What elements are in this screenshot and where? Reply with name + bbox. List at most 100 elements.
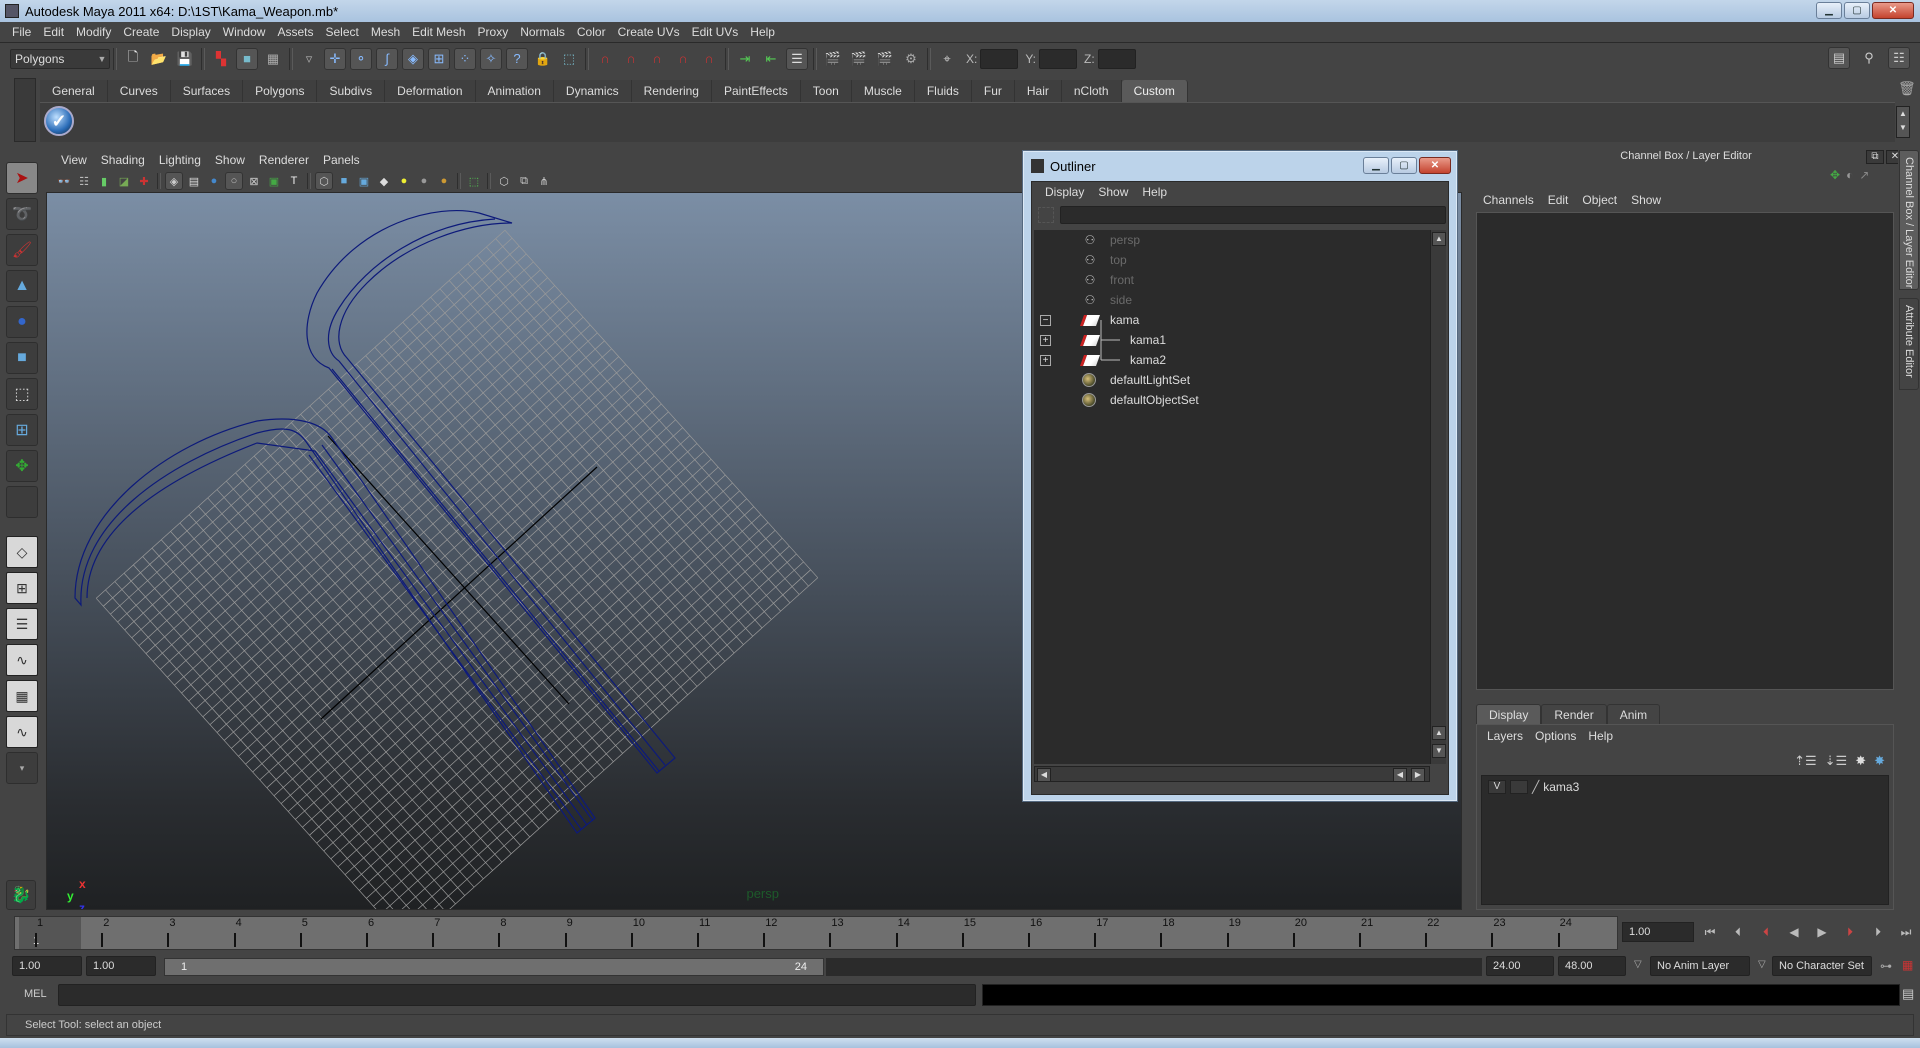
- shelf-tab-toon[interactable]: Toon: [800, 80, 852, 102]
- layer-name[interactable]: kama3: [1543, 780, 1579, 794]
- xray-components-icon[interactable]: ⋔: [535, 172, 553, 190]
- shelf-tab-subdivs[interactable]: Subdivs: [317, 80, 386, 102]
- shelf-tab-custom[interactable]: Custom: [1121, 80, 1188, 102]
- render-frame-icon[interactable]: 🎬: [848, 48, 870, 70]
- menu-edit-uvs[interactable]: Edit UVs: [686, 25, 745, 39]
- scale-tool-icon[interactable]: ■: [6, 342, 38, 374]
- move-tool-icon[interactable]: ▲: [6, 270, 38, 302]
- time-slider[interactable]: 1 12345678910111213141516171819202122232…: [14, 916, 1618, 950]
- menu-file[interactable]: File: [6, 25, 37, 39]
- trash-icon[interactable]: 🗑: [1898, 80, 1916, 97]
- step-forward-frame-icon[interactable]: ⏵: [1868, 922, 1888, 942]
- transform-input-icon[interactable]: ⌖: [936, 48, 958, 70]
- outliner-item[interactable]: ⚇ top: [1034, 250, 1430, 270]
- float-panel-icon[interactable]: ⧉: [1866, 150, 1884, 164]
- lock-selection-icon[interactable]: 🔒: [532, 48, 554, 70]
- expand-toggle-icon[interactable]: +: [1040, 334, 1051, 346]
- hypershade-persp-layout-icon[interactable]: ▦: [6, 680, 38, 712]
- xray-joints-icon[interactable]: ⧉: [515, 172, 533, 190]
- filter-icon[interactable]: ▿: [298, 48, 320, 70]
- menu-proxy[interactable]: Proxy: [472, 25, 515, 39]
- persp-outliner-layout-icon[interactable]: ☰: [6, 608, 38, 640]
- image-plane-icon[interactable]: ◪: [115, 172, 133, 190]
- soft-modification-icon[interactable]: ⊞: [6, 414, 38, 446]
- highlight-selection-icon[interactable]: ⬚: [558, 48, 580, 70]
- wireframe-on-shaded-icon[interactable]: ▣: [355, 172, 373, 190]
- menu-edit-mesh[interactable]: Edit Mesh: [406, 25, 471, 39]
- bookmark-icon[interactable]: ▮: [95, 172, 113, 190]
- shadows-icon[interactable]: ●: [415, 172, 433, 190]
- channel-menu-show[interactable]: Show: [1624, 193, 1668, 207]
- rotate-tool-icon[interactable]: ●: [6, 306, 38, 338]
- output-ops-icon[interactable]: ⇤: [760, 48, 782, 70]
- play-forwards-icon[interactable]: ▶: [1812, 922, 1832, 942]
- construction-history-icon[interactable]: ☰: [786, 47, 808, 70]
- menu-create-uvs[interactable]: Create UVs: [612, 25, 686, 39]
- use-all-lights-icon[interactable]: ●: [395, 172, 413, 190]
- paint-select-tool-icon[interactable]: 🖌: [6, 234, 38, 266]
- select-handles-icon[interactable]: ✛: [324, 47, 346, 70]
- render-view-icon[interactable]: 🎬: [822, 48, 844, 70]
- single-perspective-layout-icon[interactable]: ◇: [6, 536, 38, 568]
- menu-normals[interactable]: Normals: [514, 25, 571, 39]
- select-tool-icon[interactable]: ➤: [6, 162, 38, 194]
- outliner-close-button[interactable]: ✕: [1419, 157, 1451, 174]
- layout-options-icon[interactable]: ▾: [6, 752, 38, 784]
- isolate-select-icon[interactable]: ⬚: [465, 172, 483, 190]
- outliner-item[interactable]: defaultLightSet: [1034, 370, 1430, 390]
- z-field[interactable]: [1097, 48, 1136, 69]
- scroll-up-icon[interactable]: ▲: [1432, 726, 1446, 740]
- shelf-tab-hair[interactable]: Hair: [1014, 80, 1062, 102]
- select-by-component-icon[interactable]: ▦: [262, 48, 284, 70]
- four-view-layout-icon[interactable]: ⊞: [6, 572, 38, 604]
- viewport-menu-renderer[interactable]: Renderer: [252, 153, 316, 167]
- outliner-item[interactable]: ⚇ persp: [1034, 230, 1430, 250]
- speed-icon[interactable]: ◐: [1846, 168, 1853, 182]
- scroll-right-icon[interactable]: ▶: [1411, 768, 1425, 782]
- film-gate-icon[interactable]: ▤: [185, 172, 203, 190]
- current-time-field[interactable]: 1.00: [1622, 922, 1694, 942]
- step-forward-key-icon[interactable]: ⏵: [1840, 922, 1860, 942]
- layer-menu-layers[interactable]: Layers: [1481, 729, 1529, 743]
- menu-select[interactable]: Select: [319, 25, 364, 39]
- shelf-tab-fur[interactable]: Fur: [971, 80, 1015, 102]
- go-to-start-icon[interactable]: ⏮: [1700, 922, 1720, 942]
- maximize-button[interactable]: ▢: [1844, 2, 1870, 19]
- tab-channel-box[interactable]: Channel Box / Layer Editor: [1899, 150, 1919, 290]
- grid-icon[interactable]: ◈: [165, 172, 183, 190]
- camera-attributes-icon[interactable]: ☷: [75, 172, 93, 190]
- playback-start-field[interactable]: 1.00: [86, 956, 156, 976]
- shelf-tab-polygons[interactable]: Polygons: [243, 80, 318, 102]
- menu-edit[interactable]: Edit: [37, 25, 70, 39]
- render-settings-icon[interactable]: ⚙: [900, 48, 922, 70]
- layer-type-toggle[interactable]: [1510, 780, 1528, 794]
- shelf-tab-painteffects[interactable]: PaintEffects: [711, 80, 801, 102]
- play-backwards-icon[interactable]: ◀: [1784, 922, 1804, 942]
- make-live-icon[interactable]: ∩: [698, 48, 720, 70]
- viewport-menu-shading[interactable]: Shading: [94, 153, 152, 167]
- create-empty-layer-icon[interactable]: ✸: [1855, 753, 1866, 769]
- outliner-filter-input[interactable]: [1060, 206, 1446, 224]
- shelf-tab-animation[interactable]: Animation: [475, 80, 554, 102]
- viewport-menu-show[interactable]: Show: [208, 153, 252, 167]
- select-dynamics-icon[interactable]: ⁘: [454, 47, 476, 70]
- move-layer-up-icon[interactable]: ⇡☰: [1794, 753, 1817, 769]
- smooth-shade-icon[interactable]: ■: [335, 172, 353, 190]
- command-language-label[interactable]: MEL: [24, 988, 47, 1000]
- menu-mesh[interactable]: Mesh: [365, 25, 406, 39]
- gate-mask-icon[interactable]: ○: [225, 172, 243, 190]
- close-button[interactable]: ✕: [1872, 2, 1914, 19]
- anim-layer-field[interactable]: No Anim Layer: [1650, 956, 1750, 976]
- layer-menu-options[interactable]: Options: [1529, 729, 1582, 743]
- menu-create[interactable]: Create: [117, 25, 165, 39]
- scroll-down-icon[interactable]: ▼: [1432, 744, 1446, 758]
- textured-icon[interactable]: ◆: [375, 172, 393, 190]
- range-slider[interactable]: 1 24: [164, 958, 824, 976]
- show-attribute-editor-icon[interactable]: ▤: [1828, 47, 1850, 69]
- shelf-tab-surfaces[interactable]: Surfaces: [170, 80, 244, 102]
- 2d-pan-zoom-icon[interactable]: ✚: [135, 172, 153, 190]
- expand-toggle-icon[interactable]: +: [1040, 354, 1051, 366]
- show-tool-settings-icon[interactable]: ⚲: [1858, 47, 1880, 69]
- persp-graph-layout-icon[interactable]: ∿: [6, 644, 38, 676]
- layer-tab-anim[interactable]: Anim: [1606, 704, 1661, 724]
